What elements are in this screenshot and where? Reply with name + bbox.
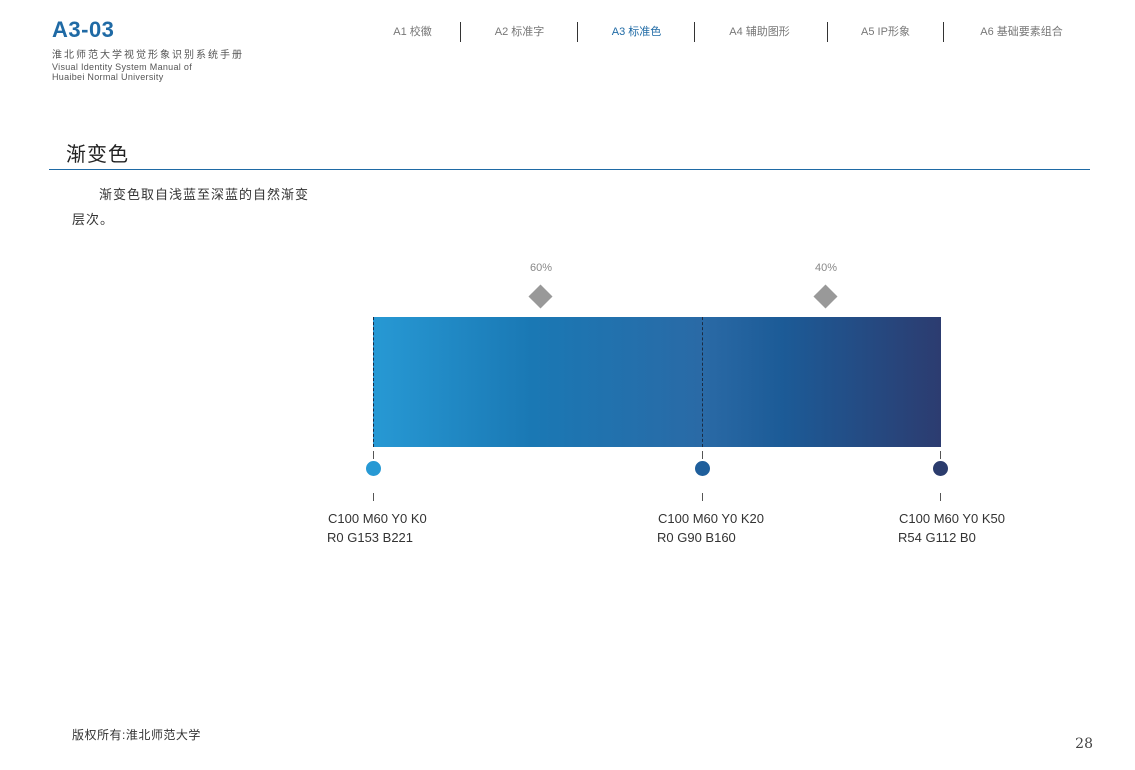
color-stop-dot-2[interactable] <box>695 461 710 476</box>
nav-divider <box>943 22 944 42</box>
cmyk-value: C100 M60 Y0 K20 <box>658 511 764 526</box>
color-stop-dot-1[interactable] <box>366 461 381 476</box>
gradient-swatch <box>373 317 941 447</box>
midpoint-label-2: 40% <box>814 262 838 274</box>
cmyk-value: C100 M60 Y0 K0 <box>328 511 427 526</box>
manual-title-en-line1: Visual Identity System Manual of <box>52 62 192 72</box>
nav-divider <box>577 22 578 42</box>
stop-tick <box>702 451 703 459</box>
stop-guide-line <box>702 317 703 447</box>
stop-tick <box>373 451 374 459</box>
brand-block: A3-03 淮北师范大学视觉形象识别系统手册 Visual Identity S… <box>52 16 244 82</box>
nav-item-a6[interactable]: A6 基础要素组合 <box>969 22 1074 42</box>
rgb-value: R54 G112 B0 <box>898 530 976 545</box>
stop-guide-line <box>373 317 374 447</box>
stop-tick <box>373 493 374 501</box>
rgb-value: R0 G153 B221 <box>327 530 414 545</box>
color-spec-2: C100 M60 Y0 K20 R0 G90 B160 <box>657 509 764 547</box>
stop-tick <box>940 493 941 501</box>
color-spec-1: C100 M60 Y0 K0 R0 G153 B221 <box>327 509 427 547</box>
midpoint-label-1: 60% <box>529 262 553 274</box>
nav-item-a4[interactable]: A4 辅助图形 <box>717 22 802 42</box>
nav-divider <box>827 22 828 42</box>
section-description: 渐变色取自浅蓝至深蓝的自然渐变层次。 <box>72 187 310 227</box>
nav-divider <box>460 22 461 42</box>
rgb-value: R0 G90 B160 <box>657 530 736 545</box>
page-number: 28 <box>1075 736 1093 752</box>
manual-title-en-line2: Huaibei Normal University <box>52 72 164 82</box>
stop-tick <box>702 493 703 501</box>
section-title: 渐变色 <box>66 144 129 166</box>
midpoint-diamond-icon[interactable] <box>813 284 838 309</box>
cmyk-value: C100 M60 Y0 K50 <box>899 511 1005 526</box>
midpoint-diamond-icon[interactable] <box>528 284 553 309</box>
nav-item-a5[interactable]: A5 IP形象 <box>843 22 928 42</box>
page-code: A3-03 <box>52 17 115 42</box>
nav-item-a2[interactable]: A2 标准字 <box>477 22 562 42</box>
section-divider <box>49 169 1090 170</box>
color-spec-3: C100 M60 Y0 K50 R54 G112 B0 <box>898 509 1005 547</box>
nav-item-a1[interactable]: A1 校徽 <box>370 22 455 42</box>
nav-divider <box>694 22 695 42</box>
color-stop-dot-3[interactable] <box>933 461 948 476</box>
copyright-notice: 版权所有:淮北师范大学 <box>72 728 201 742</box>
stop-tick <box>940 451 941 459</box>
nav-item-a3[interactable]: A3 标准色 <box>594 22 679 42</box>
manual-title-cn: 淮北师范大学视觉形象识别系统手册 <box>52 50 244 61</box>
